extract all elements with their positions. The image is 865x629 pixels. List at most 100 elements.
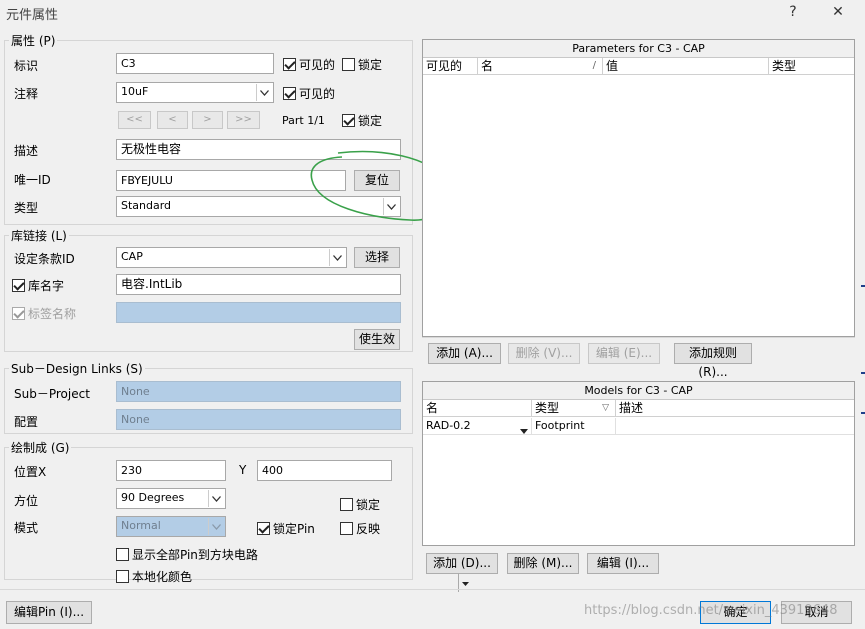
library-name-checkbox[interactable]: 库名字 <box>12 277 64 294</box>
choose-button[interactable]: 选择 <box>354 247 400 268</box>
add-rule-button[interactable]: 添加规则 (R)... <box>674 343 752 379</box>
mode-value: Normal <box>121 519 161 532</box>
param-col-type[interactable]: 类型 <box>769 58 854 75</box>
checkbox-box <box>342 58 355 71</box>
unique-id-label: 唯一ID <box>14 173 51 187</box>
checkbox-label: 显示全部Pin到方块电路 <box>132 548 258 562</box>
orientation-value: 90 Degrees <box>121 491 185 504</box>
graphical-locked-checkbox[interactable]: 锁定 <box>340 496 380 513</box>
apply-button[interactable]: 使生效 <box>354 329 400 350</box>
help-button[interactable]: ? <box>773 0 813 24</box>
checkbox-box <box>283 87 296 100</box>
model-name-cell[interactable]: RAD-0.2 <box>423 418 532 435</box>
chevron-down-icon[interactable] <box>329 249 345 266</box>
param-col-value[interactable]: 值 <box>603 58 769 75</box>
lock-pins-checkbox[interactable]: 锁定Pin <box>257 520 315 537</box>
param-edit-button[interactable]: 编辑 (E)... <box>588 343 660 364</box>
design-id-combo[interactable]: CAP <box>116 247 347 268</box>
type-label: 类型 <box>14 201 39 215</box>
checkbox-box <box>12 279 25 292</box>
subproject-input: None <box>116 381 401 402</box>
model-edit-button[interactable]: 编辑 (I)... <box>587 553 659 574</box>
location-y-input[interactable]: 400 <box>257 460 392 481</box>
model-col-type[interactable]: 类型 ▽ <box>532 400 616 417</box>
local-colors-checkbox[interactable]: 本地化颜色 <box>116 568 192 585</box>
close-button[interactable]: ✕ <box>818 0 858 24</box>
comment-value: 10uF <box>121 85 149 98</box>
designator-input[interactable]: C3 <box>116 53 274 74</box>
param-col-name-label: 名 <box>481 59 494 73</box>
checkbox-label: 锁定 <box>356 498 381 512</box>
sort-icon: / <box>592 60 596 71</box>
prev-part-button[interactable]: < <box>157 111 188 129</box>
model-add-button[interactable]: 添加 (D)... <box>426 553 498 592</box>
model-remove-button[interactable]: 删除 (M)... <box>507 553 579 574</box>
last-part-button[interactable]: >> <box>227 111 260 129</box>
footer-divider <box>0 589 865 590</box>
library-name-input[interactable]: 电容.IntLib <box>116 274 401 295</box>
param-add-button[interactable]: 添加 (A)... <box>428 343 501 364</box>
model-col-name[interactable]: 名 <box>423 400 532 417</box>
location-x-label: 位置X <box>14 465 47 479</box>
orientation-label: 方位 <box>14 494 39 508</box>
configuration-label: 配置 <box>14 415 39 429</box>
checkbox-label: 锁定 <box>358 114 383 128</box>
model-col-desc[interactable]: 描述 <box>616 400 854 417</box>
chevron-down-icon[interactable] <box>208 490 224 507</box>
param-col-visible[interactable]: 可见的 <box>423 58 478 75</box>
checkbox-box <box>12 307 25 320</box>
location-y-label: Y <box>239 463 247 477</box>
checkbox-box <box>116 548 129 561</box>
checkbox-box <box>340 522 353 535</box>
window-title: 元件属性 <box>6 8 59 23</box>
model-col-type-label: 类型 <box>535 401 560 415</box>
models-panel: Models for C3 - CAP 名 类型 ▽ 描述 RAD-0.2 Fo… <box>422 381 855 546</box>
model-add-label: 添加 (D)... <box>433 556 491 570</box>
tag-name-checkbox[interactable]: 标签名称 <box>12 305 76 322</box>
properties-group-label: 属性 (P) <box>9 32 58 49</box>
graphical-group-label: 绘制成 (G) <box>9 439 72 456</box>
parameters-title: Parameters for C3 - CAP <box>423 40 854 58</box>
model-type-cell: Footprint <box>532 418 616 435</box>
design-id-label: 设定条款ID <box>14 252 75 266</box>
show-all-pins-checkbox[interactable]: 显示全部Pin到方块电路 <box>116 546 258 563</box>
part-label: Part 1/1 <box>282 114 325 127</box>
design-id-value: CAP <box>121 250 143 263</box>
checkbox-label: 锁定 <box>358 58 383 72</box>
checkbox-label: 库名字 <box>28 279 65 293</box>
library-group-label: 库链接 (L) <box>9 227 69 244</box>
param-col-name[interactable]: 名 / <box>478 58 603 75</box>
watermark: https://blog.csdn.net/weixin_43919648 <box>584 603 838 618</box>
location-x-input[interactable]: 230 <box>116 460 226 481</box>
orientation-combo[interactable]: 90 Degrees <box>116 488 226 509</box>
checkbox-label: 本地化颜色 <box>132 570 193 584</box>
designator-locked-checkbox[interactable]: 锁定 <box>342 56 382 73</box>
param-remove-button[interactable]: 删除 (V)... <box>508 343 580 364</box>
next-part-button[interactable]: > <box>192 111 223 129</box>
description-label: 描述 <box>14 144 39 158</box>
comment-combo[interactable]: 10uF <box>116 82 274 103</box>
part-locked-checkbox[interactable]: 锁定 <box>342 112 382 129</box>
type-value: Standard <box>121 199 172 212</box>
checkbox-box <box>340 498 353 511</box>
dropdown-arrow-icon[interactable] <box>520 423 528 439</box>
sort-icon: ▽ <box>602 403 609 413</box>
designator-label: 标识 <box>14 59 39 73</box>
parameters-panel: Parameters for C3 - CAP 可见的 名 / 值 类型 <box>422 39 855 337</box>
checkbox-box <box>342 114 355 127</box>
models-title: Models for C3 - CAP <box>423 382 854 400</box>
mirrored-checkbox[interactable]: 反映 <box>340 520 380 537</box>
edit-pins-button[interactable]: 编辑Pin (I)... <box>6 601 92 624</box>
tag-name-input <box>116 302 401 323</box>
divider <box>422 337 855 338</box>
checkbox-label: 可见的 <box>299 58 336 72</box>
designator-visible-checkbox[interactable]: 可见的 <box>283 56 335 73</box>
comment-label: 注释 <box>14 87 39 101</box>
subdesign-group-label: Sub－Design Links (S) <box>9 360 145 377</box>
comment-visible-checkbox[interactable]: 可见的 <box>283 85 335 102</box>
first-part-button[interactable]: << <box>118 111 151 129</box>
subproject-label: Sub－Project <box>14 387 90 401</box>
chevron-down-icon[interactable] <box>256 84 272 101</box>
background-mark <box>861 412 865 414</box>
mode-label: 模式 <box>14 521 39 535</box>
